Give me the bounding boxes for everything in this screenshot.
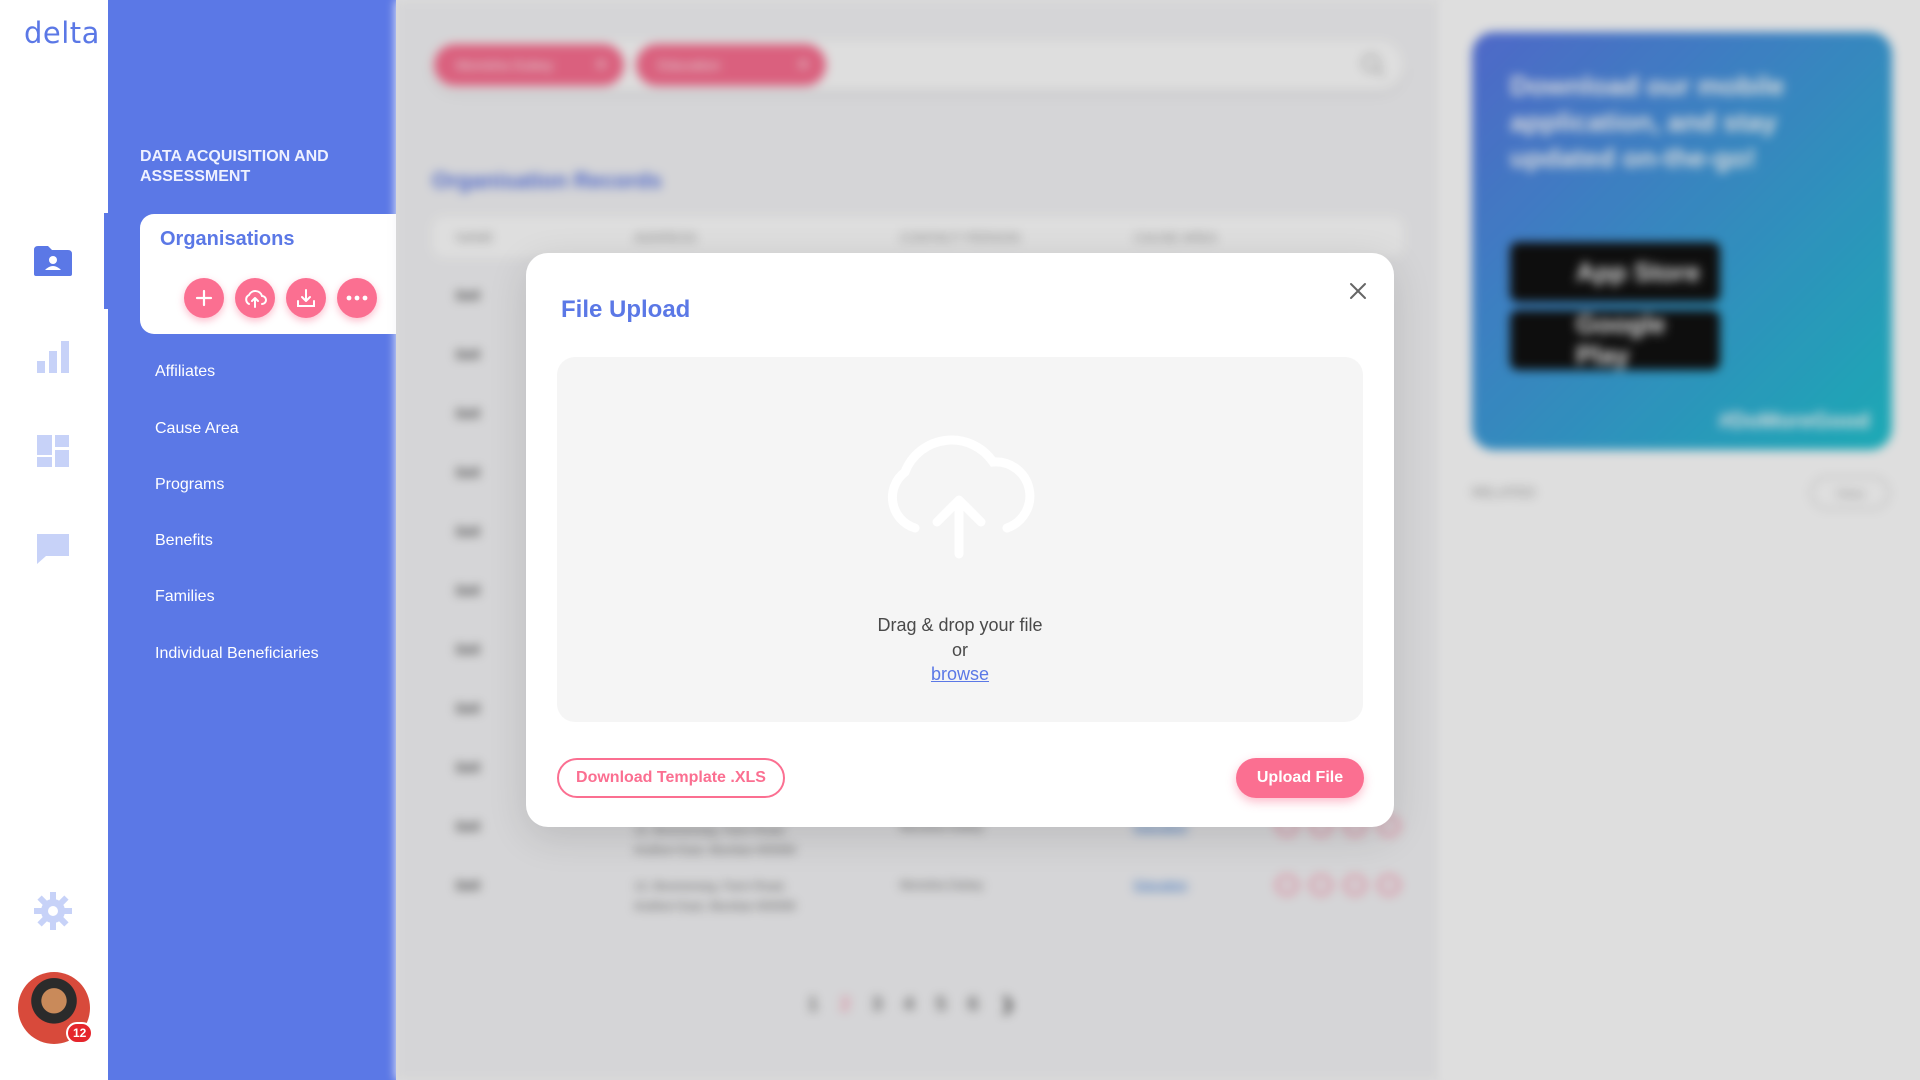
add-icon xyxy=(195,289,213,307)
cloud-upload-icon xyxy=(887,435,1035,559)
more-button[interactable] xyxy=(337,278,377,318)
sidebar: DATA ACQUISITION AND ASSESSMENT Organisa… xyxy=(108,0,396,1080)
more-icon xyxy=(346,295,368,301)
chat-icon[interactable] xyxy=(32,528,74,570)
sidebar-item-benefits[interactable]: Benefits xyxy=(155,532,213,550)
modal-title: File Upload xyxy=(561,296,691,323)
dashboard-icon[interactable] xyxy=(32,430,74,472)
icon-rail: delta benefis 12 xyxy=(0,0,219,1080)
sidebar-item-families[interactable]: Families xyxy=(155,588,215,606)
cloud-upload-icon xyxy=(245,290,267,308)
browse-link[interactable]: browse xyxy=(931,664,989,684)
file-upload-modal: File Upload Drag & drop your file or bro… xyxy=(526,253,1394,827)
organisation-actions xyxy=(184,278,377,318)
close-icon xyxy=(1350,283,1366,299)
upload-file-button[interactable]: Upload File xyxy=(1236,758,1364,798)
file-dropzone[interactable]: Drag & drop your file or browse xyxy=(557,357,1363,722)
download-icon xyxy=(297,289,315,307)
sidebar-item-affiliates[interactable]: Affiliates xyxy=(155,363,215,381)
sidebar-item-individual-beneficiaries[interactable]: Individual Beneficiaries xyxy=(155,645,319,663)
gear-icon[interactable] xyxy=(32,890,74,932)
sidebar-section-title: DATA ACQUISITION AND ASSESSMENT xyxy=(140,148,329,185)
add-button[interactable] xyxy=(184,278,224,318)
upload-button[interactable] xyxy=(235,278,275,318)
folder-user-icon[interactable] xyxy=(32,240,74,282)
sidebar-item-organisations[interactable]: Organisations xyxy=(140,214,396,334)
sidebar-item-label: Organisations xyxy=(160,228,295,250)
dropzone-instruction: Drag & drop your file xyxy=(877,615,1043,635)
download-template-button[interactable]: Download Template .XLS xyxy=(557,758,785,798)
notification-badge: 12 xyxy=(66,1022,94,1044)
download-button[interactable] xyxy=(286,278,326,318)
sidebar-item-programs[interactable]: Programs xyxy=(155,476,224,494)
dropzone-or: or xyxy=(951,640,968,660)
bar-chart-icon[interactable] xyxy=(32,336,74,378)
sidebar-item-cause-area[interactable]: Cause Area xyxy=(155,420,239,438)
close-button[interactable] xyxy=(1344,277,1372,305)
